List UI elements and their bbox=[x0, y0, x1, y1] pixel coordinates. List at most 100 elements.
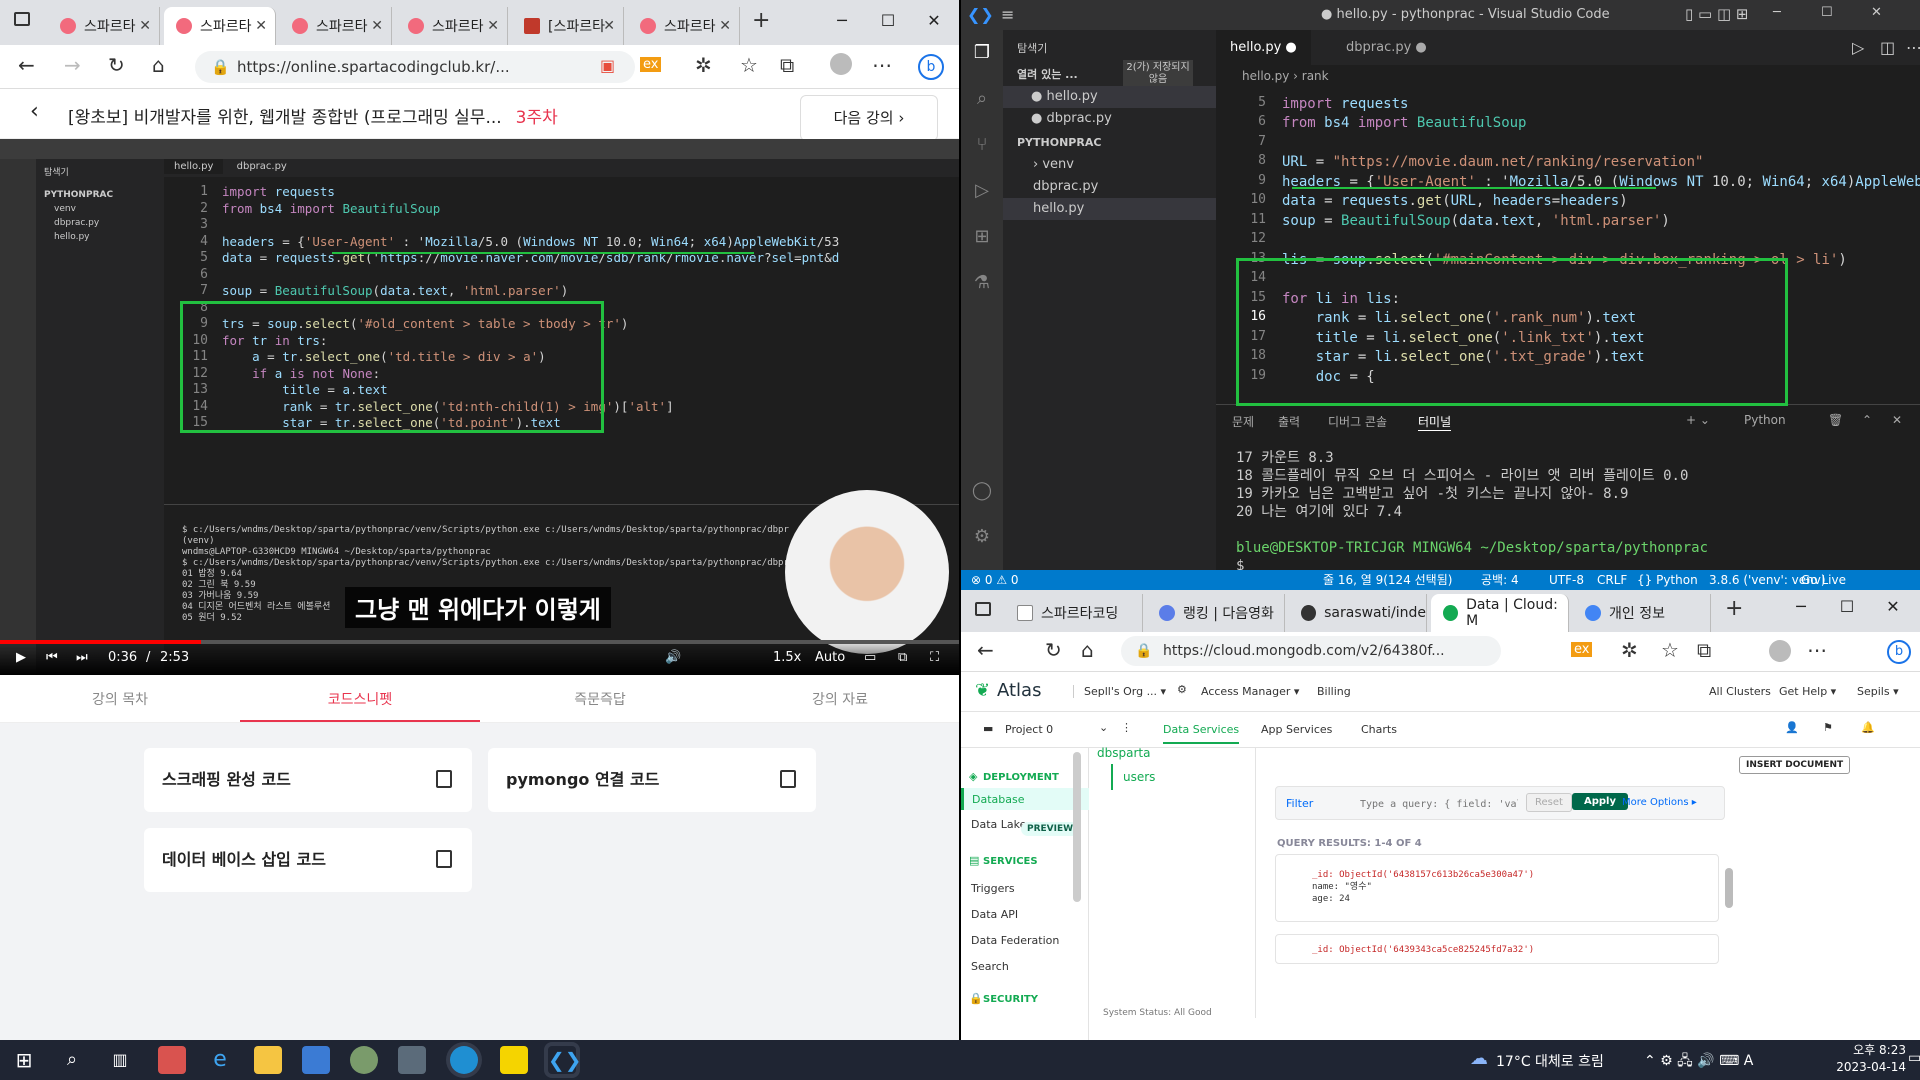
browser-tab[interactable]: [스파르타 ✕ bbox=[512, 7, 624, 45]
quality-button[interactable]: Auto bbox=[815, 650, 845, 665]
browser-tab[interactable]: 스파르타 ✕ bbox=[48, 7, 160, 45]
insert-document-button[interactable]: INSERT DOCUMENT bbox=[1739, 756, 1851, 774]
profile-icon[interactable] bbox=[1769, 640, 1791, 662]
back-icon[interactable]: ← bbox=[977, 638, 994, 662]
tab-data-services[interactable]: Data Services bbox=[1163, 723, 1240, 744]
maximize-panel-icon[interactable]: ⌃ bbox=[1862, 413, 1872, 427]
new-tab-icon[interactable]: + bbox=[752, 8, 770, 33]
status-position[interactable]: 줄 16, 열 9(124 선택됨) bbox=[1323, 570, 1452, 590]
get-help-menu[interactable]: Get Help ▾ bbox=[1779, 685, 1836, 698]
document-card[interactable]: _id: ObjectId('6438157c613b26ca5e300a47'… bbox=[1275, 854, 1719, 922]
close-window-icon[interactable]: ✕ bbox=[1871, 592, 1915, 622]
maximize-icon[interactable]: ☐ bbox=[1821, 5, 1833, 20]
browser-tab[interactable]: 스파르타 ✕ bbox=[628, 7, 740, 45]
minimize-icon[interactable]: ─ bbox=[1773, 5, 1781, 20]
run-icon[interactable]: ▷ bbox=[1852, 38, 1864, 57]
tab-actions-icon[interactable] bbox=[975, 602, 991, 616]
bing-icon[interactable]: b bbox=[1887, 640, 1911, 664]
sidebar-item-search[interactable]: Search bbox=[971, 960, 1009, 973]
tray-icons[interactable]: ⌃ ⚙ 🖧 🔊 ⌨ A bbox=[1644, 1050, 1753, 1074]
windows-start-icon[interactable]: ⊞ bbox=[10, 1046, 38, 1074]
search-icon[interactable]: ⌕ bbox=[58, 1046, 86, 1074]
home-icon[interactable]: ⌂ bbox=[152, 53, 165, 77]
user-menu[interactable]: Sepils ▾ bbox=[1857, 685, 1899, 698]
sidebar-item-triggers[interactable]: Triggers bbox=[971, 882, 1015, 895]
minimize-icon[interactable]: ─ bbox=[820, 6, 864, 36]
browser-tab[interactable]: 개인 정보 bbox=[1573, 594, 1711, 632]
run-debug-icon[interactable]: ▷ bbox=[971, 180, 993, 202]
status-language[interactable]: {} Python bbox=[1637, 570, 1698, 590]
video-progress-bar[interactable] bbox=[0, 640, 959, 644]
extensions-icon[interactable]: ⊞ bbox=[971, 226, 993, 248]
trash-icon[interactable]: 🗑 bbox=[1828, 413, 1843, 427]
app-icon[interactable] bbox=[350, 1046, 378, 1074]
prev-icon[interactable]: ⏮ bbox=[46, 650, 58, 665]
refresh-icon[interactable]: ↻ bbox=[108, 53, 125, 77]
tab-hello-py[interactable]: hello.py ● bbox=[1216, 30, 1311, 65]
apply-button[interactable]: Apply bbox=[1572, 793, 1629, 810]
terminal-output[interactable]: 17 카운트 8.3 18 콜드플레이 뮤직 오브 더 스피어스 - 라이브 앳 … bbox=[1236, 449, 1708, 575]
next-icon[interactable]: ⏭ bbox=[76, 650, 88, 665]
document-card[interactable]: _id: ObjectId('6439343ca5ce825245fd7a32'… bbox=[1275, 934, 1719, 964]
more-icon[interactable]: ⋯ bbox=[872, 53, 892, 77]
activity-icon[interactable]: ⚑ bbox=[1823, 721, 1833, 734]
file-item[interactable]: dbprac.py bbox=[1003, 176, 1216, 198]
invite-user-icon[interactable]: 👤 bbox=[1785, 721, 1799, 734]
browser-tab[interactable]: 스파르타코딩 bbox=[1005, 594, 1143, 632]
billing-link[interactable]: Billing bbox=[1317, 685, 1351, 698]
extension-icon[interactable]: ▣ bbox=[600, 56, 615, 75]
layout-icons[interactable]: ▯ ▭ ◫ ⊞ bbox=[1685, 5, 1748, 23]
close-panel-icon[interactable]: ✕ bbox=[1892, 413, 1902, 427]
snippet-card[interactable]: 데이터 베이스 삽입 코드 bbox=[144, 828, 472, 892]
calculator-icon[interactable] bbox=[398, 1046, 426, 1074]
captions-icon[interactable]: ▭ bbox=[864, 650, 876, 665]
speed-button[interactable]: 1.5x bbox=[773, 650, 801, 665]
access-manager-menu[interactable]: Access Manager ▾ bbox=[1201, 685, 1299, 698]
more-options-link[interactable]: More Options ▸ bbox=[1622, 797, 1697, 808]
close-tab-icon[interactable]: ✕ bbox=[487, 18, 499, 34]
tab-code-snippets[interactable]: 코드스니펫 bbox=[240, 689, 480, 722]
snippet-card[interactable]: 스크래핑 완성 코드 bbox=[144, 748, 472, 812]
chevron-down-icon[interactable]: ⌄ bbox=[1099, 721, 1108, 734]
close-tab-icon[interactable]: ✕ bbox=[603, 18, 615, 34]
panel-tab-debug-console[interactable]: 디버그 콘솔 bbox=[1328, 413, 1387, 430]
status-encoding[interactable]: UTF-8 bbox=[1549, 570, 1584, 590]
tab-qna[interactable]: 즉문즉답 bbox=[480, 689, 720, 709]
settings-gear-icon[interactable]: ⚙ bbox=[971, 526, 993, 548]
close-tab-icon[interactable]: ✕ bbox=[139, 18, 151, 34]
weather-icon[interactable]: ☁ bbox=[1470, 1048, 1488, 1069]
panel-tab-terminal[interactable]: 터미널 bbox=[1418, 413, 1452, 431]
testing-icon[interactable]: ⚗ bbox=[971, 272, 993, 294]
close-tab-icon[interactable]: ✕ bbox=[371, 18, 383, 34]
source-control-icon[interactable]: ⑂ bbox=[971, 134, 993, 156]
browser-tab[interactable]: 랭킹 | 다음영화 bbox=[1147, 594, 1285, 632]
org-selector[interactable]: Sepll's Org ... ▾ bbox=[1073, 685, 1166, 698]
atlas-logo[interactable]: Atlas bbox=[997, 680, 1041, 701]
search-icon[interactable]: ⌕ bbox=[971, 88, 993, 110]
copy-icon[interactable] bbox=[436, 850, 452, 868]
filter-label[interactable]: Filter bbox=[1286, 797, 1313, 810]
tab-dbprac-py[interactable]: dbprac.py ● bbox=[1332, 30, 1441, 65]
collections-icon[interactable]: ⧉ bbox=[1697, 638, 1711, 662]
add-terminal-icon[interactable]: + ⌄ bbox=[1686, 413, 1710, 427]
snippet-card[interactable]: pymongo 연결 코드 bbox=[488, 748, 816, 812]
bing-icon[interactable]: b bbox=[918, 54, 944, 80]
status-eol[interactable]: CRLF bbox=[1597, 570, 1627, 590]
sidebar-item-database[interactable]: Database bbox=[961, 788, 1089, 810]
collections-icon[interactable]: ⧉ bbox=[780, 53, 794, 77]
next-lecture-button[interactable]: 다음 강의 › bbox=[800, 95, 938, 141]
new-tab-icon[interactable]: + bbox=[1725, 596, 1743, 621]
maximize-icon[interactable]: ☐ bbox=[1825, 592, 1869, 622]
ebay-extension-icon[interactable]: ex bbox=[640, 57, 662, 72]
open-editor-item[interactable]: ● hello.py bbox=[1003, 86, 1216, 108]
app-icon[interactable] bbox=[158, 1046, 186, 1074]
favorites-icon[interactable]: ☆ bbox=[740, 53, 758, 77]
ie-icon[interactable]: e bbox=[206, 1046, 234, 1074]
back-icon[interactable]: ← bbox=[18, 53, 35, 77]
all-clusters-link[interactable]: All Clusters bbox=[1709, 685, 1771, 698]
notification-icon[interactable]: ▭ bbox=[1908, 1050, 1920, 1066]
kebab-icon[interactable]: ⋮ bbox=[1121, 721, 1132, 734]
volume-icon[interactable]: 🔊 bbox=[665, 650, 681, 665]
panel-tab-problems[interactable]: 문제 bbox=[1232, 413, 1254, 430]
database-name[interactable]: dbsparta bbox=[1097, 746, 1150, 760]
